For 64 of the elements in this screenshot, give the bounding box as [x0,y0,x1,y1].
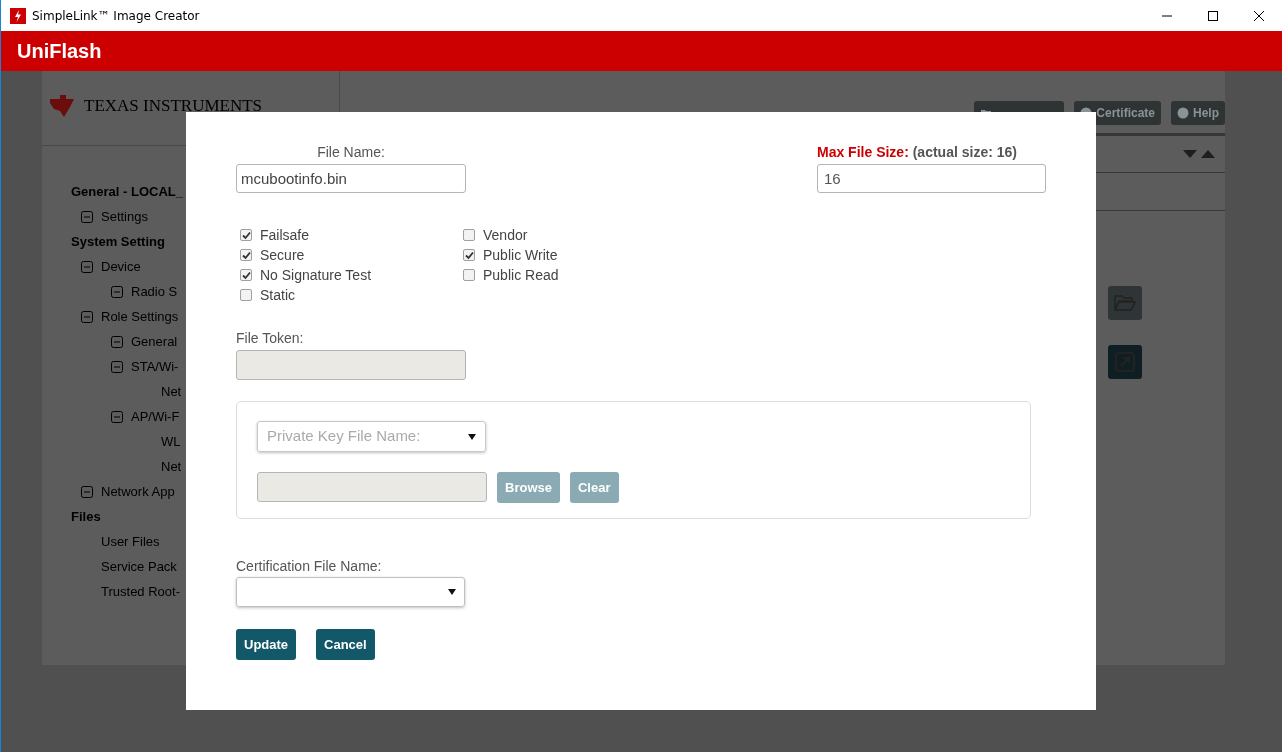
app-logo-icon [10,7,26,24]
collapse-icon[interactable] [81,310,93,323]
checkbox[interactable] [240,249,252,261]
tree-item[interactable]: Files [71,506,101,527]
tree-item[interactable]: Net [161,456,182,477]
checkbox[interactable] [463,249,475,261]
field-label: File Name: [316,143,386,162]
tree-item[interactable]: Device [101,256,141,277]
logo-text: TEXAS INSTRUMENTS [84,95,263,118]
checkbox-label: Vendor [483,225,528,245]
tree-item[interactable]: Radio S [131,281,178,302]
field-label: Max File Size: [817,144,909,160]
toolbar-button[interactable]: Help [1171,101,1225,125]
dialog-button[interactable]: Cancel [316,629,375,660]
tree-item[interactable]: Net [161,381,182,402]
collapse-icon[interactable] [81,485,93,498]
collapse-icon[interactable] [111,285,123,298]
checkbox[interactable] [463,269,475,281]
field-label: File Token: [236,329,305,348]
tree-item[interactable]: Role Settings [101,306,179,327]
checkbox-label: No Signature Test [260,265,372,285]
clear-button[interactable]: Clear [569,472,619,503]
collapse-icon[interactable] [111,335,123,348]
size-note: (actual size: 16) [912,144,1017,160]
tree-item[interactable]: Network App [101,481,175,502]
app-title: UniFlash [17,39,102,64]
tree-item[interactable]: Settings [101,206,148,227]
caret-icon [468,433,476,440]
tree-item[interactable]: STA/Wi- [131,356,179,377]
maximize-icon[interactable] [1208,10,1218,21]
tree-item[interactable]: System Setting [71,231,165,252]
tree-item[interactable]: WL [161,431,181,452]
max-size-field[interactable]: 16 [817,164,1046,193]
checkbox-label: Static [260,285,295,305]
checkbox-label: Secure [260,245,305,265]
checkbox-label: Failsafe [260,225,310,245]
collapse-icon[interactable] [81,210,93,223]
field-label: Certification File Name: [236,557,383,576]
browse-button[interactable]: Browse [497,472,560,503]
close-icon[interactable] [1254,10,1264,21]
logo-icon [48,93,76,119]
file-name-field[interactable]: mcubootinfo.bin [236,164,466,193]
help-icon [1177,107,1189,119]
tree-item[interactable]: Service Pack [101,556,177,577]
tree-item[interactable]: General [131,331,178,352]
checkbox[interactable] [240,269,252,281]
checkbox-label: Public Write [483,245,558,265]
checkbox[interactable] [463,229,475,241]
tree-item[interactable]: General - LOCAL_ [71,181,183,202]
tree-item[interactable]: User Files [101,531,160,552]
private-key-select[interactable]: Private Key File Name: [257,421,486,452]
caret-icon [448,589,456,595]
collapse-icon[interactable] [111,360,123,373]
window-title: SimpleLink™ Image Creator [32,7,200,25]
dialog-button[interactable]: Update [236,629,297,660]
certification-select[interactable] [236,577,465,607]
sort-arrows-icon [1183,149,1215,159]
tree-item[interactable]: AP/Wi-F [131,406,180,427]
checkbox-label: Public Read [483,265,559,285]
checkbox[interactable] [240,289,252,301]
collapse-icon[interactable] [81,260,93,273]
collapse-icon[interactable] [111,410,123,423]
checkbox[interactable] [240,229,252,241]
tree-item[interactable]: Trusted Root- [101,581,180,602]
